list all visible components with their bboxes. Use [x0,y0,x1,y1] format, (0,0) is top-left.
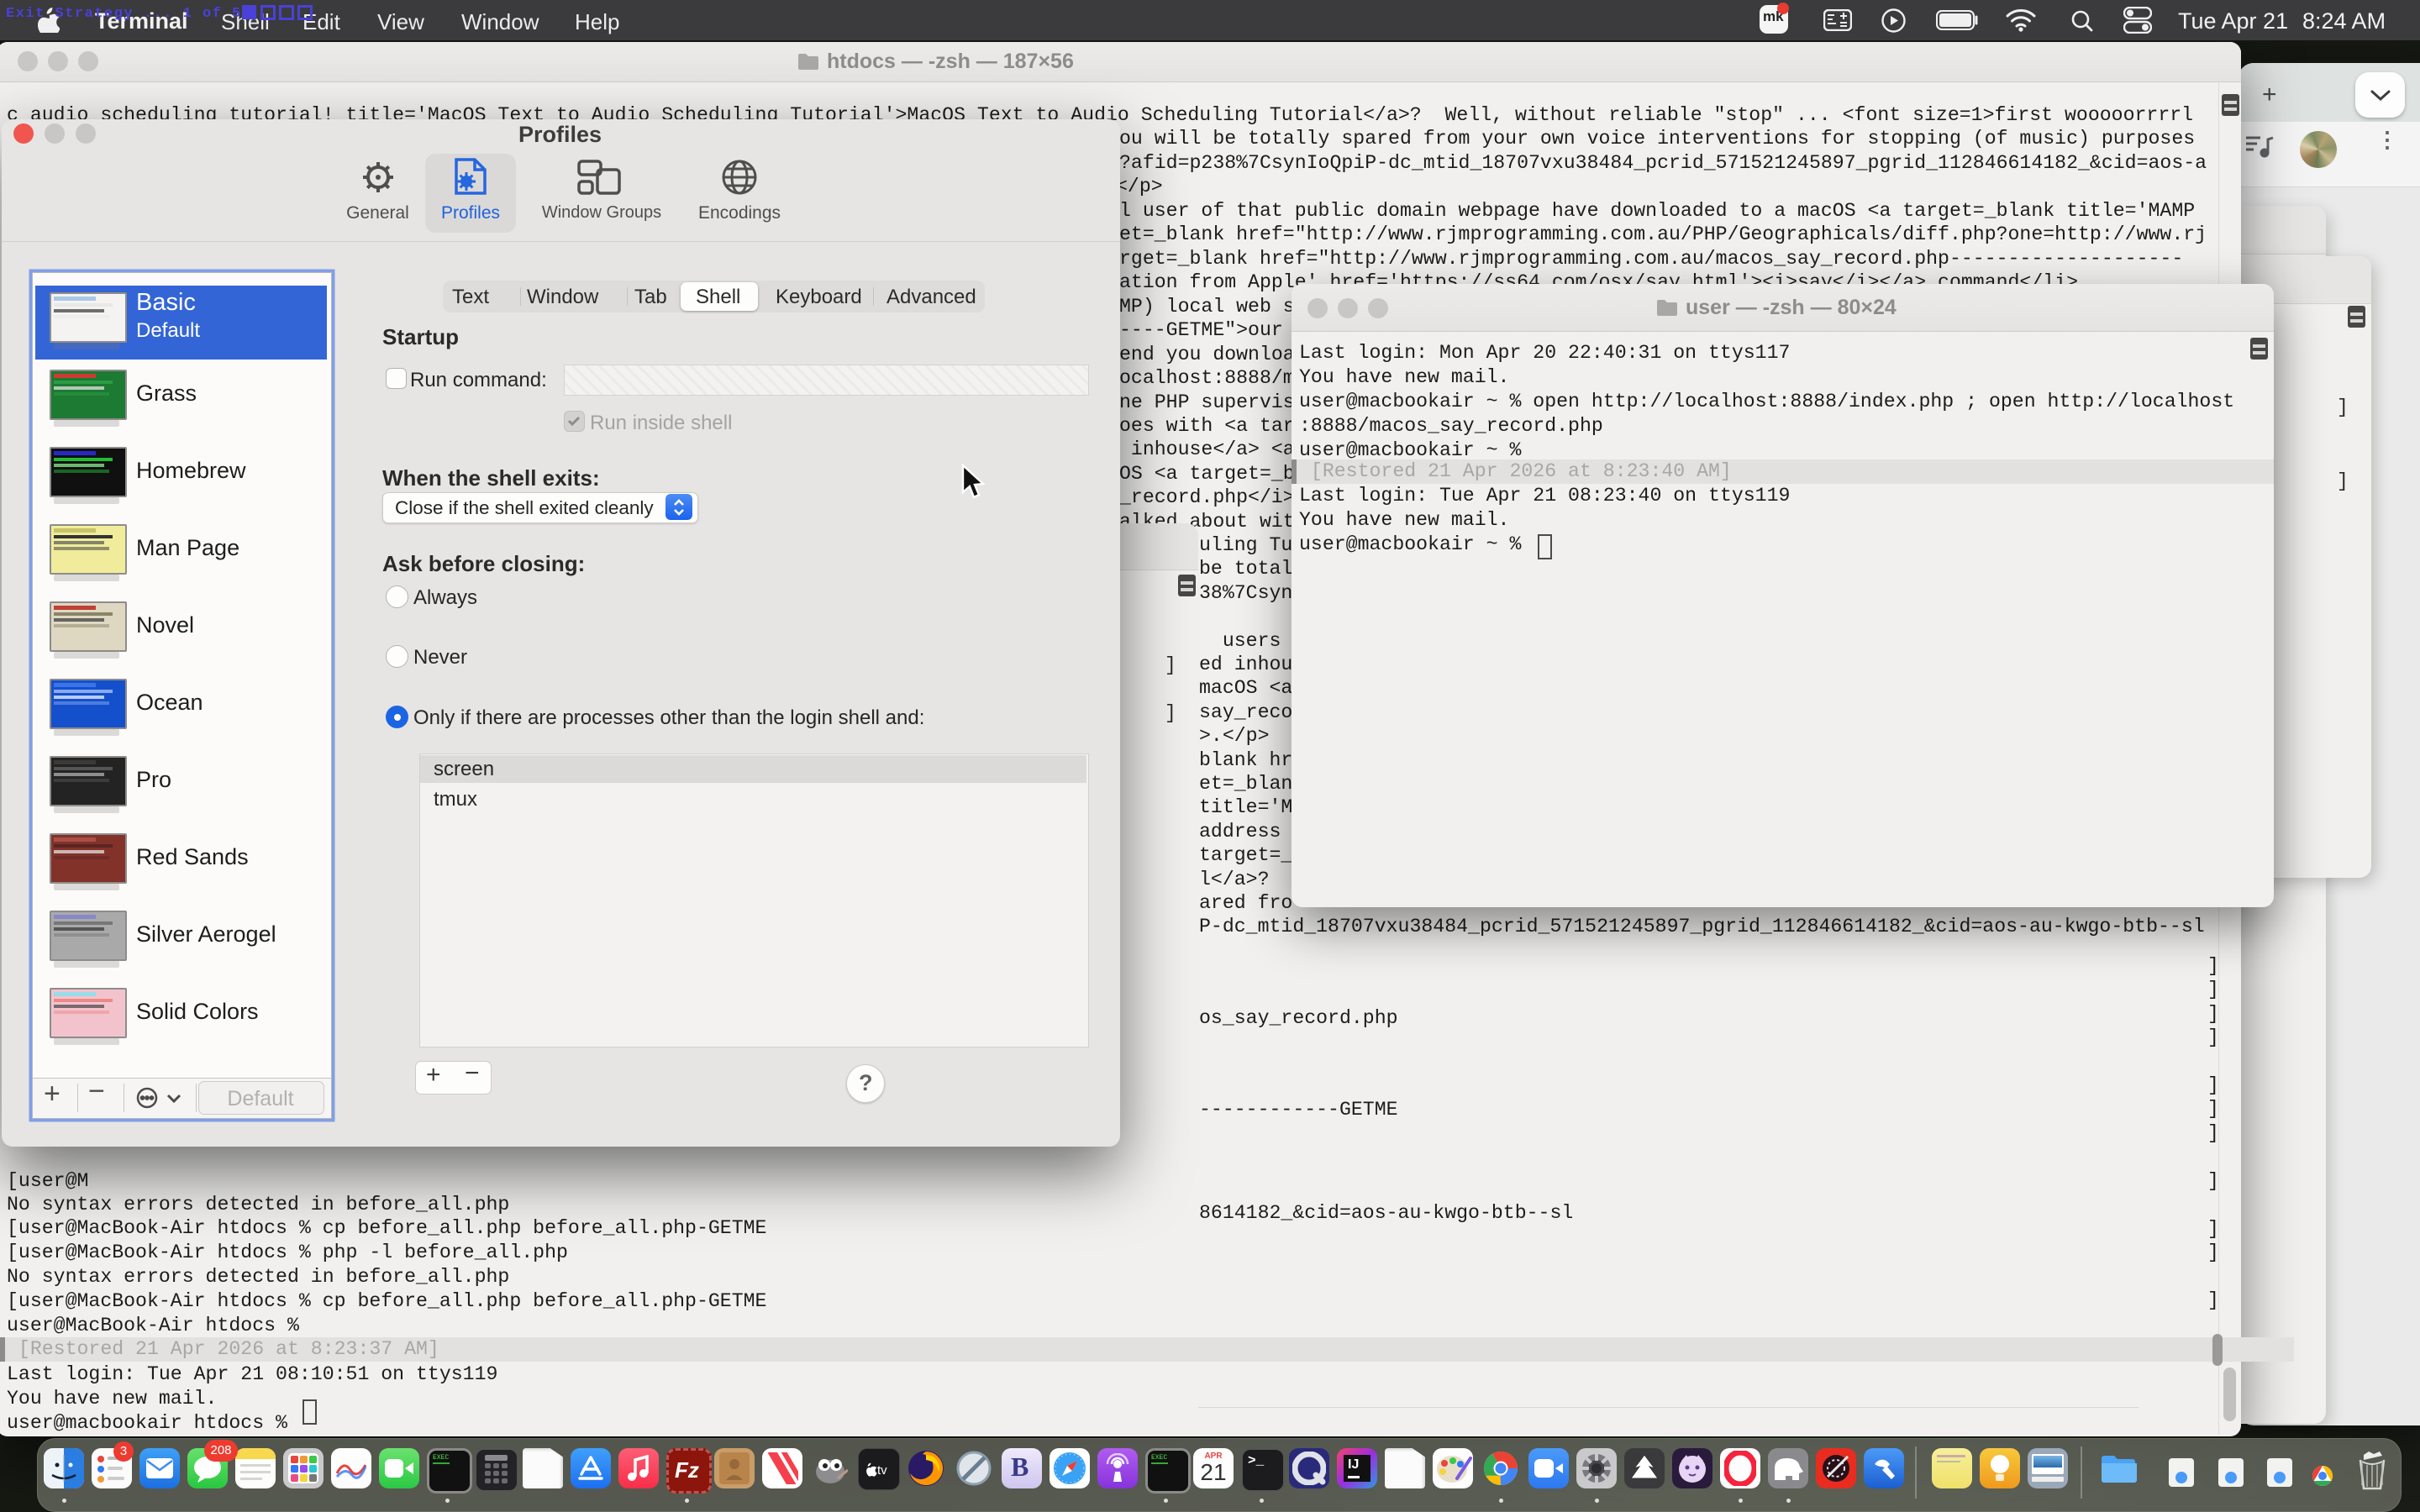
svg-text:tv: tv [877,1463,887,1478]
